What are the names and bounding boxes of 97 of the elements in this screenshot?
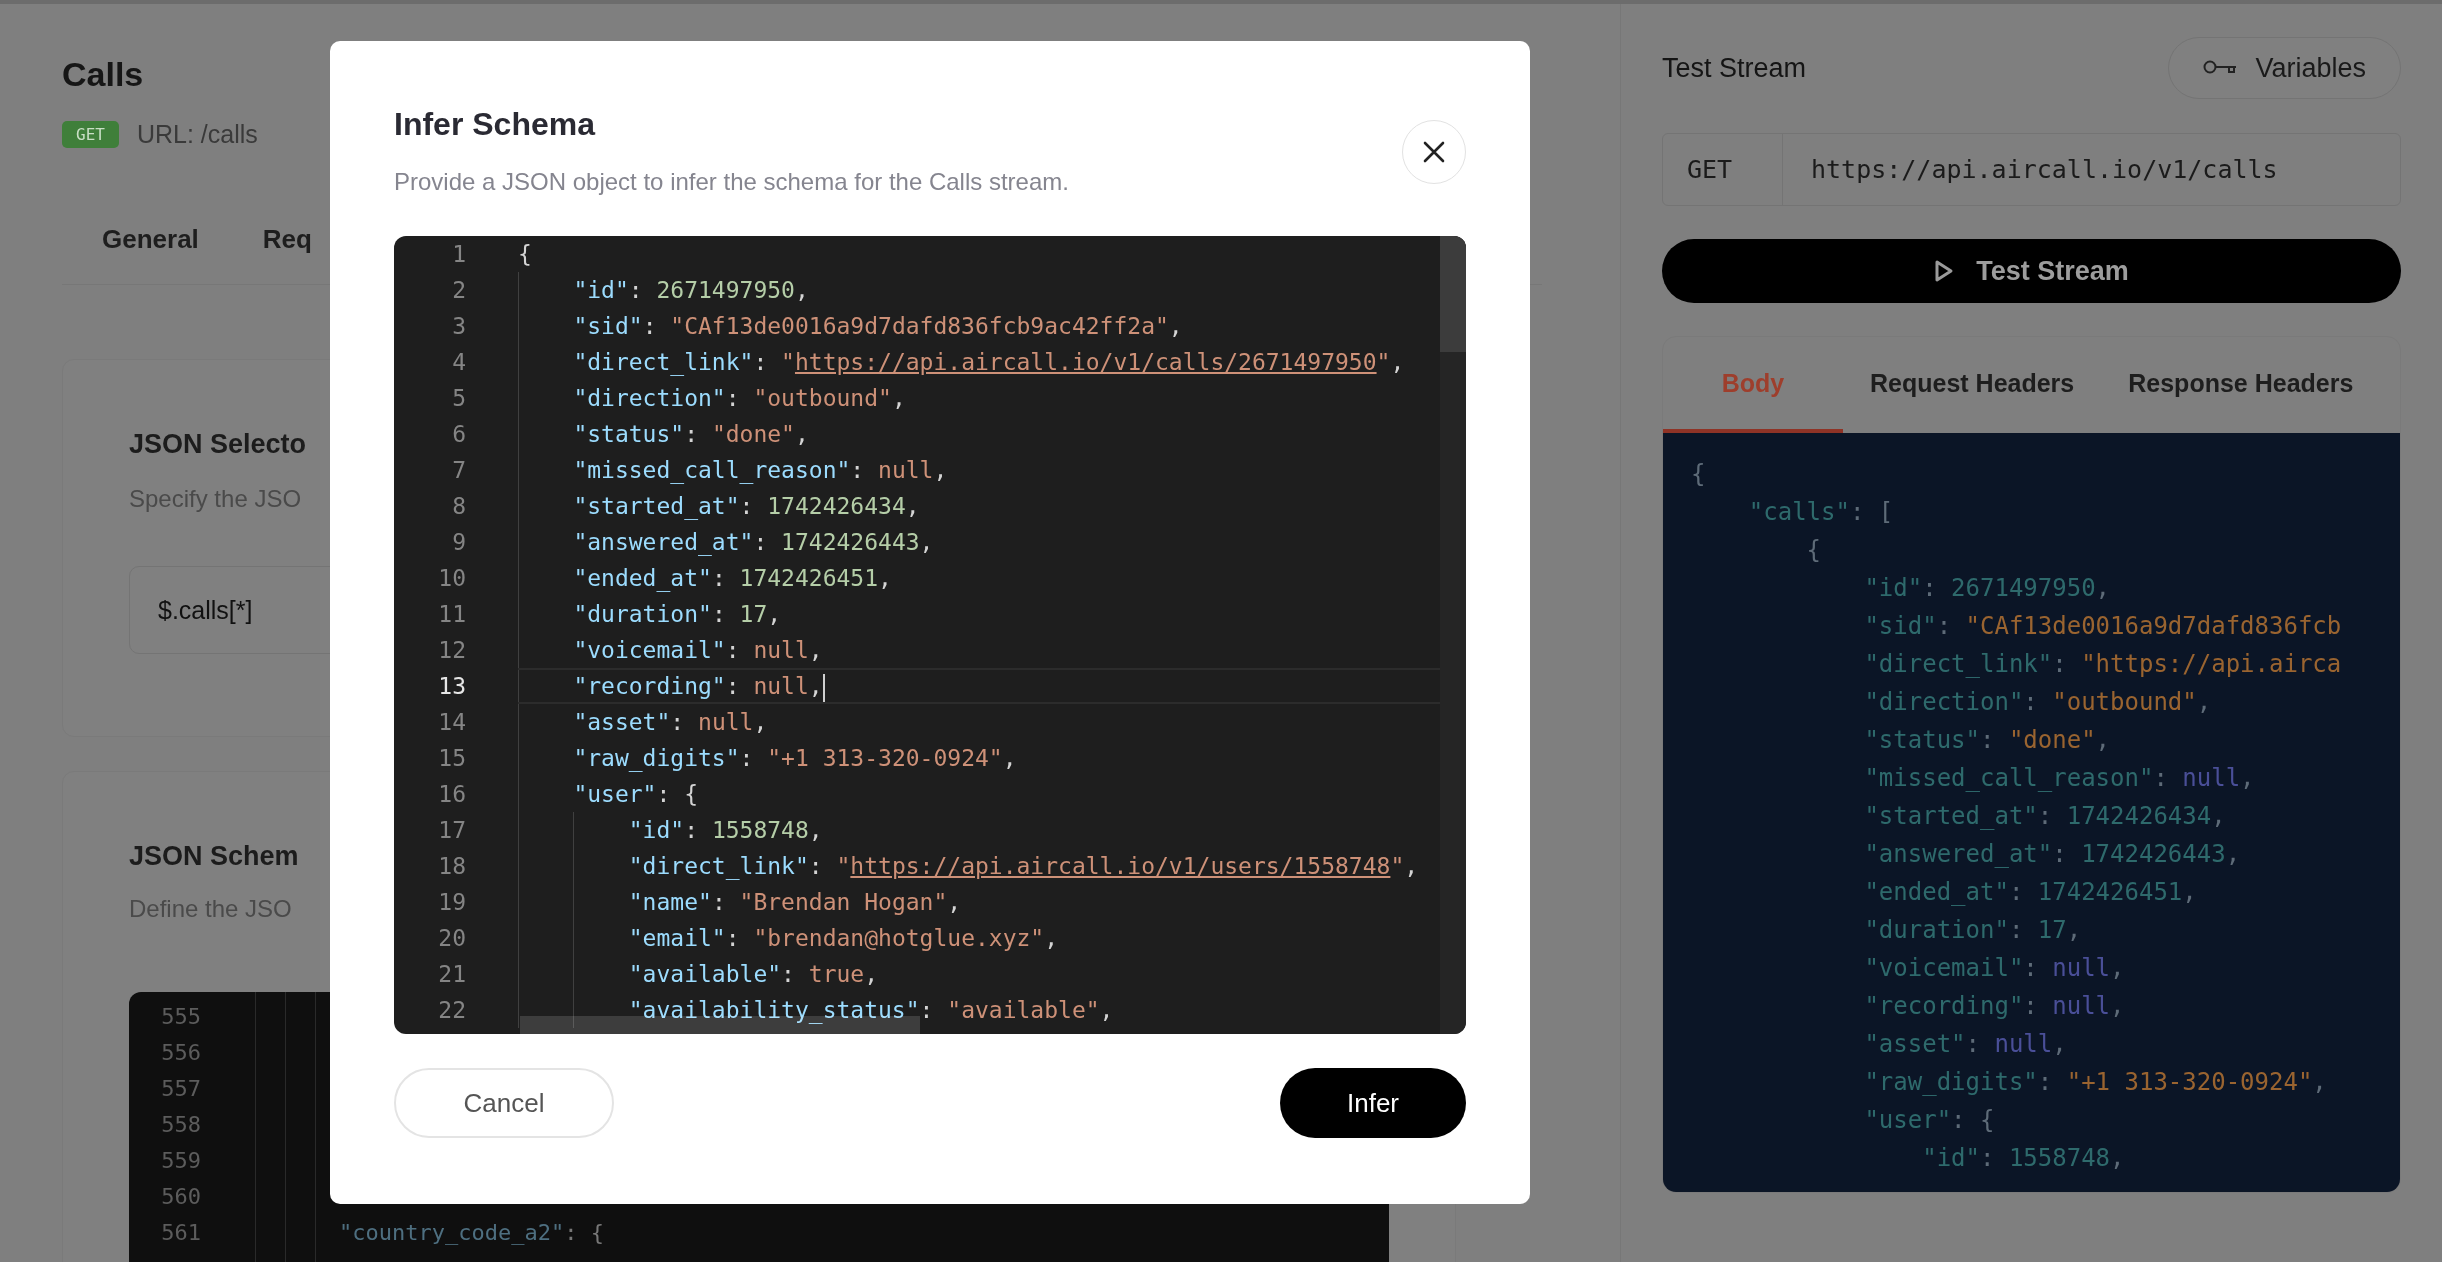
line-number: 13 (437, 672, 466, 701)
line-number: 20 (437, 924, 466, 953)
line-number: 556 (160, 1039, 201, 1065)
code-line: "duration": 17, (1863, 915, 2082, 946)
code-line: "available": true, (518, 956, 1440, 992)
url-label: URL: /calls (136, 120, 258, 149)
line-number: 16 (437, 780, 466, 809)
line-number: 3 (451, 312, 466, 341)
line-number: 22 (437, 996, 466, 1025)
section-title: JSON Selecto (129, 428, 307, 461)
code-line: "recording": null, (518, 668, 1440, 704)
line-number: 11 (437, 600, 466, 629)
code-line: "name": "Brendan Hogan", (518, 884, 1440, 920)
code-line: "voicemail": null, (518, 632, 1440, 668)
code-line: "id": 2671497950, (518, 272, 1440, 308)
code-line: "answered_at": 1742426443, (1863, 839, 2241, 870)
code-line: "voicemail": null, (1863, 953, 2125, 984)
code-line: { (1805, 535, 1822, 566)
line-number: 21 (437, 960, 466, 989)
cancel-button[interactable]: Cancel (394, 1068, 614, 1138)
line-number: 10 (437, 564, 466, 593)
code-line: "direction": "outbound", (518, 380, 1440, 416)
code-line: "availability_status": "available", (518, 992, 1440, 1028)
response-tab[interactable]: Response Headers (2101, 337, 2381, 433)
line-number: 15 (437, 744, 466, 773)
line-number: 7 (451, 456, 466, 485)
infer-button[interactable]: Infer (1280, 1068, 1466, 1138)
dialog-description: Provide a JSON object to infer the schema for the Calls stream. (394, 167, 1069, 197)
link[interactable]: https://api.aircall.io/v1/users/1558748 (850, 853, 1391, 879)
tab[interactable]: General (102, 224, 199, 255)
method-selector[interactable]: GET (1663, 134, 1783, 205)
code-line: "direction": "outbound", (1863, 687, 2212, 718)
code-line: "user": { (1863, 1105, 1995, 1136)
panel-title: Test Stream (1662, 52, 1807, 84)
request-url-field[interactable]: GET https://api.aircall.io/v1/calls (1662, 133, 2401, 206)
variables-button[interactable]: Variables (2168, 37, 2401, 99)
code-line: "calls": [ (1747, 497, 1894, 528)
code-line: "missed_call_reason": null, (1863, 763, 2255, 794)
code-line: "direct_link": "https://api.airca (1863, 649, 2342, 680)
code-line: { (518, 240, 533, 269)
code-line: "id": 2671497950, (1863, 573, 2111, 604)
code-line: "id": 1558748, (1921, 1143, 2125, 1174)
line-number: 9 (451, 528, 466, 557)
code-line: "email": "brendan@hotglue.xyz", (518, 920, 1440, 956)
code-line: "raw_digits": "+1 313-320-0924", (1863, 1067, 2327, 1098)
line-number: 5 (451, 384, 466, 413)
line-number: 557 (160, 1075, 201, 1101)
line-number: 555 (160, 1003, 201, 1029)
line-number: 4 (451, 348, 466, 377)
code-line: "sid": "CAf13de0016a9d7dafd836fcb (1863, 611, 2342, 642)
line-number: 17 (437, 816, 466, 845)
line-number: 14 (437, 708, 466, 737)
close-icon (1423, 141, 1445, 163)
line-number: 18 (437, 852, 466, 881)
code-line: "country_code_a2": { (339, 1219, 604, 1245)
code-line: "status": "done", (1863, 725, 2111, 756)
code-line: "duration": 17, (518, 596, 1440, 632)
text-cursor (822, 673, 825, 702)
play-icon (1934, 259, 1955, 283)
line-number: 560 (160, 1183, 201, 1209)
tab[interactable]: Req (262, 224, 312, 255)
code-line: "started_at": 1742426434, (518, 488, 1440, 524)
code-line: "direct_link": "https://api.aircall.io/v1/users/1558748", (518, 848, 1440, 884)
line-number: 558 (160, 1111, 201, 1137)
code-line: "recording": null, (1863, 991, 2125, 1022)
line-number: 559 (160, 1147, 201, 1173)
line-number: 2 (451, 276, 466, 305)
dialog-title: Infer Schema (394, 105, 597, 144)
line-number: 6 (451, 420, 466, 449)
code-line: "ended_at": 1742426451, (518, 560, 1440, 596)
response-tab[interactable]: Request Headers (1843, 337, 2102, 433)
code-line: "id": 1558748, (518, 812, 1440, 848)
section-title: JSON Schem (129, 840, 299, 873)
code-line: { (1691, 459, 1706, 490)
key-icon (2203, 60, 2238, 76)
code-line: "raw_digits": "+1 313-320-0924", (518, 740, 1440, 776)
page-title: Calls (62, 54, 145, 95)
method-badge: GET (62, 121, 119, 148)
line-number: 1 (451, 240, 466, 269)
code-line: "asset": null, (1863, 1029, 2067, 1060)
code-line: "started_at": 1742426434, (1863, 801, 2226, 832)
code-line: "ended_at": 1742426451, (1863, 877, 2197, 908)
code-line: "asset": null, (518, 704, 1440, 740)
scrollbar-thumb[interactable] (1440, 236, 1466, 352)
test-stream-button[interactable]: Test Stream (1662, 239, 2401, 303)
line-number: 19 (437, 888, 466, 917)
code-editor[interactable] (394, 236, 1466, 1034)
link[interactable]: https://api.aircall.io/v1/calls/2671497950 (794, 349, 1377, 375)
code-line: "status": "done", (518, 416, 1440, 452)
line-number: 12 (437, 636, 466, 665)
code-line: "sid": "CAf13de0016a9d7dafd836fcb9ac42ff2a", (518, 308, 1440, 344)
code-line: "user": { (518, 776, 1440, 812)
line-number: 561 (160, 1219, 201, 1245)
code-line: "direct_link": "https://api.aircall.io/v1/calls/2671497950", (518, 344, 1440, 380)
line-number: 8 (451, 492, 466, 521)
code-line: "missed_call_reason": null, (518, 452, 1440, 488)
code-line: "answered_at": 1742426443, (518, 524, 1440, 560)
